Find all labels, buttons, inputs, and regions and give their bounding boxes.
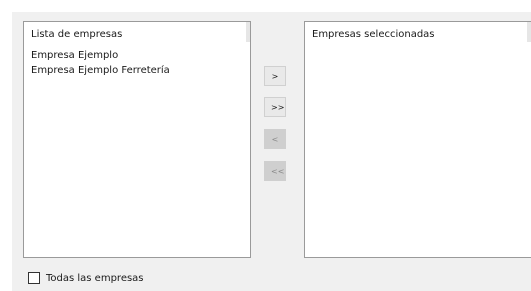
available-companies-listbox[interactable]: Lista de empresas Empresa Ejemplo Empres…: [23, 21, 251, 258]
list-item[interactable]: Empresa Ejemplo: [31, 48, 170, 63]
selected-companies-listbox[interactable]: Empresas seleccionadas: [304, 21, 531, 258]
list-item[interactable]: Empresa Ejemplo Ferretería: [31, 63, 170, 78]
move-all-button[interactable]: >>: [264, 97, 286, 117]
move-selected-button[interactable]: >: [264, 66, 286, 86]
available-companies-items: Empresa Ejemplo Empresa Ejemplo Ferreter…: [31, 48, 170, 78]
all-companies-label[interactable]: Todas las empresas: [46, 273, 144, 284]
scrollbar-track[interactable]: [246, 22, 250, 42]
all-companies-checkbox[interactable]: [28, 272, 40, 284]
available-companies-header: Lista de empresas: [31, 29, 123, 40]
selected-companies-header: Empresas seleccionadas: [312, 29, 435, 40]
scrollbar-track[interactable]: [527, 22, 531, 42]
company-selector-panel: Lista de empresas Empresa Ejemplo Empres…: [12, 12, 531, 291]
all-companies-option[interactable]: Todas las empresas: [28, 271, 144, 285]
remove-all-button[interactable]: <<: [264, 161, 286, 181]
remove-selected-button[interactable]: <: [264, 129, 286, 149]
